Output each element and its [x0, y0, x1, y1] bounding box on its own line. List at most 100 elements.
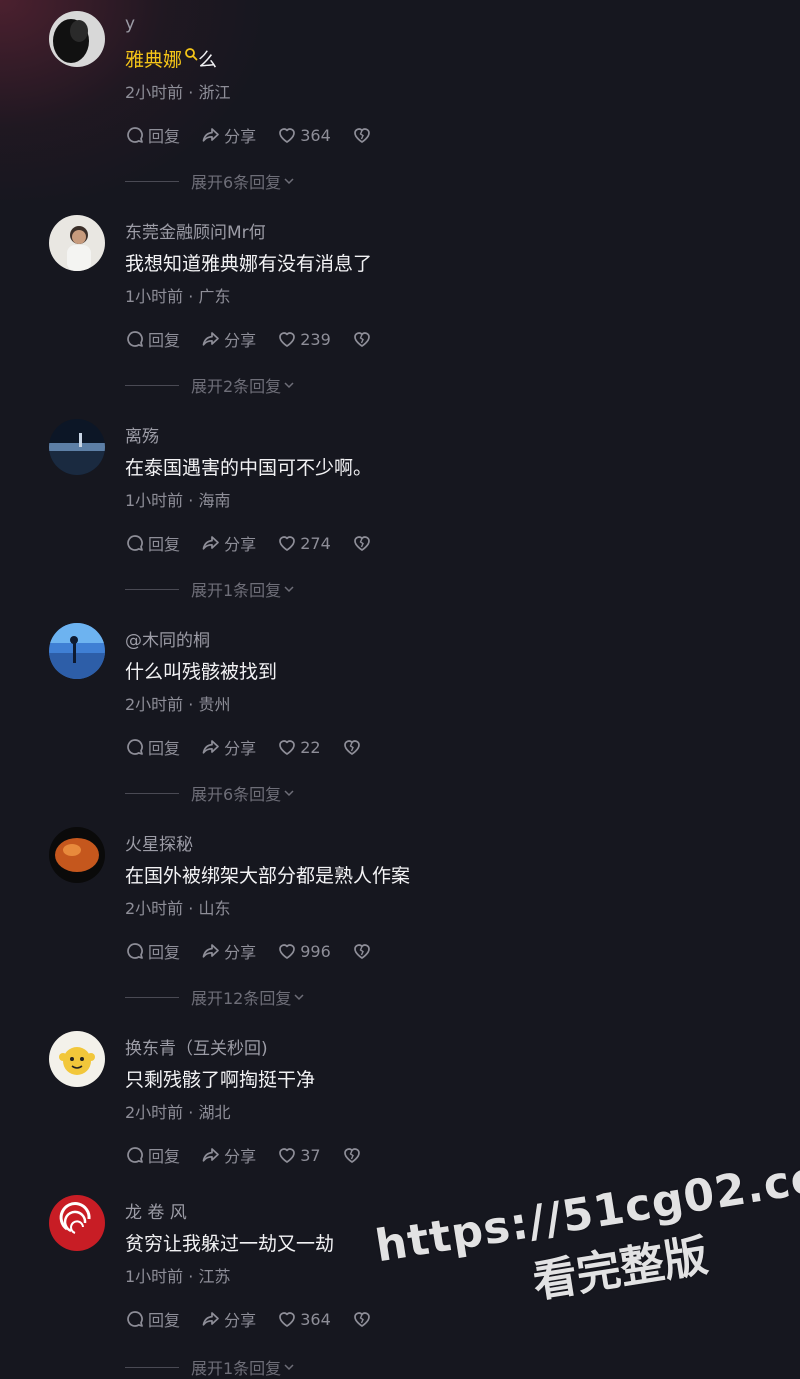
avatar[interactable]: [49, 419, 105, 475]
share-button[interactable]: 分享: [201, 939, 256, 963]
dislike-button[interactable]: [342, 737, 365, 757]
comment-actions: 回复 分享 274: [125, 531, 391, 555]
time-location: 1小时前 · 江苏: [125, 1267, 231, 1286]
reply-button[interactable]: 回复: [125, 939, 180, 963]
dislike-button[interactable]: [352, 533, 375, 553]
username[interactable]: 龙 卷 风: [125, 1198, 187, 1223]
reply-button[interactable]: 回复: [125, 327, 180, 351]
time-location: 2小时前 · 湖北: [125, 1103, 231, 1122]
reply-icon: [127, 1147, 143, 1163]
share-button[interactable]: 分享: [201, 531, 256, 555]
comment-actions: 回复 分享 37: [125, 1143, 381, 1167]
reply-label: 回复: [148, 331, 181, 350]
like-button[interactable]: 22: [277, 737, 321, 757]
expand-replies[interactable]: 展开6条回复: [125, 169, 295, 193]
expand-replies[interactable]: 展开12条回复: [125, 985, 305, 1009]
like-count: 274: [300, 533, 331, 553]
expand-replies[interactable]: 展开1条回复: [125, 1355, 295, 1379]
username[interactable]: 火星探秘: [125, 830, 193, 855]
chevron-down-icon: [294, 994, 304, 1001]
search-highlight-link[interactable]: 雅典娜: [125, 49, 182, 71]
expand-replies[interactable]: 展开6条回复: [125, 781, 295, 805]
watermark: https://51cg02.cc 看完整版: [372, 1152, 800, 1334]
avatar[interactable]: [49, 11, 105, 67]
expand-label: 展开1条回复: [191, 581, 282, 600]
username[interactable]: 东莞金融顾问Mr何: [125, 218, 266, 243]
dislike-button[interactable]: [352, 1309, 375, 1329]
share-label: 分享: [224, 739, 257, 758]
expand-replies[interactable]: 展开2条回复: [125, 373, 295, 397]
like-count: 996: [300, 941, 331, 961]
chevron-down-icon: [284, 1364, 294, 1371]
reply-icon: [127, 535, 143, 551]
share-button[interactable]: 分享: [201, 123, 256, 147]
dislike-button[interactable]: [352, 329, 375, 349]
comment-actions: 回复 分享 239: [125, 327, 391, 351]
expand-label: 展开1条回复: [191, 1359, 282, 1378]
username[interactable]: y: [125, 14, 135, 34]
comment-text: 贫穷让我躲过一劫又一劫: [125, 1233, 335, 1255]
expand-replies[interactable]: 展开1条回复: [125, 577, 295, 601]
heart-icon: [279, 536, 296, 551]
like-button[interactable]: 239: [277, 329, 331, 349]
reply-icon: [127, 1311, 143, 1327]
like-button[interactable]: 37: [277, 1145, 321, 1165]
divider-line: [125, 180, 179, 182]
like-button[interactable]: 364: [277, 125, 331, 145]
reply-button[interactable]: 回复: [125, 531, 180, 555]
share-button[interactable]: 分享: [201, 735, 256, 759]
reply-button[interactable]: 回复: [125, 123, 180, 147]
username[interactable]: 换东青（互关秒回): [125, 1034, 268, 1059]
chevron-down-icon: [284, 178, 294, 185]
heart-icon: [279, 944, 296, 959]
dislike-button[interactable]: [352, 125, 375, 145]
broken-heart-icon: [354, 1312, 370, 1327]
reply-button[interactable]: 回复: [125, 1307, 180, 1331]
like-count: 364: [300, 125, 331, 145]
reply-icon: [127, 127, 143, 143]
share-icon: [202, 128, 219, 142]
avatar[interactable]: [49, 1031, 105, 1087]
heart-icon: [279, 740, 296, 755]
avatar[interactable]: [49, 623, 105, 679]
heart-icon: [279, 1312, 296, 1327]
like-count: 364: [300, 1309, 331, 1329]
avatar[interactable]: [49, 827, 105, 883]
reply-button[interactable]: 回复: [125, 735, 180, 759]
broken-heart-icon: [354, 944, 370, 959]
share-icon: [202, 1148, 219, 1162]
share-button[interactable]: 分享: [201, 1307, 256, 1331]
chevron-down-icon: [284, 382, 294, 389]
like-button[interactable]: 996: [277, 941, 331, 961]
comment-text: 雅典娜么: [125, 45, 217, 72]
reply-label: 回复: [148, 1311, 181, 1330]
like-button[interactable]: 364: [277, 1309, 331, 1329]
chevron-down-icon: [284, 586, 294, 593]
chevron-down-icon: [284, 790, 294, 797]
username[interactable]: 离殇: [125, 422, 159, 447]
share-icon: [202, 1312, 219, 1326]
share-label: 分享: [224, 943, 257, 962]
reply-button[interactable]: 回复: [125, 1143, 180, 1167]
divider-line: [125, 384, 179, 386]
share-label: 分享: [224, 1311, 257, 1330]
divider-line: [125, 588, 179, 590]
share-button[interactable]: 分享: [201, 1143, 256, 1167]
reply-icon: [127, 739, 143, 755]
share-label: 分享: [224, 331, 257, 350]
comment-actions: 回复 分享 996: [125, 939, 391, 963]
share-icon: [202, 740, 219, 754]
username[interactable]: @木同的桐: [125, 626, 210, 651]
expand-label: 展开6条回复: [191, 785, 282, 804]
avatar[interactable]: [49, 1195, 105, 1251]
time-location: 1小时前 · 广东: [125, 287, 231, 306]
dislike-button[interactable]: [342, 1145, 365, 1165]
dislike-button[interactable]: [352, 941, 375, 961]
share-button[interactable]: 分享: [201, 327, 256, 351]
comment-text: 只剩残骸了啊掏挺干净: [125, 1069, 316, 1091]
expand-label: 展开12条回复: [191, 989, 292, 1008]
reply-icon: [127, 943, 143, 959]
search-icon[interactable]: [184, 47, 198, 61]
avatar[interactable]: [49, 215, 105, 271]
like-button[interactable]: 274: [277, 533, 331, 553]
